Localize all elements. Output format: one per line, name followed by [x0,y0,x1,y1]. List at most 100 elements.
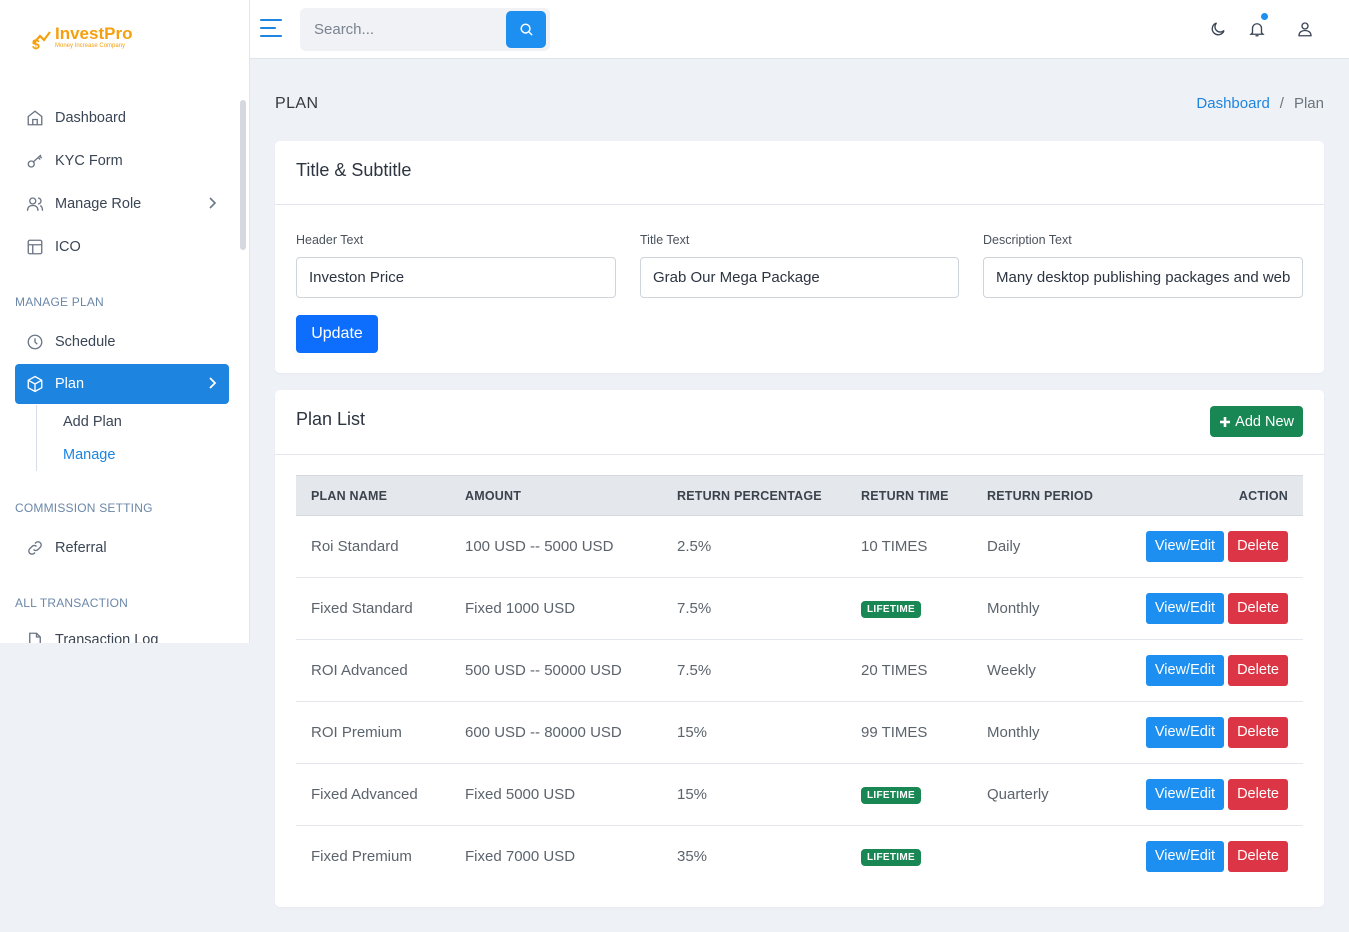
plan-name-cell: Fixed Advanced [311,786,418,803]
amount-cell: 500 USD -- 50000 USD [465,662,622,679]
view-edit-button[interactable]: View/Edit [1145,593,1225,624]
return-time-cell: 10 TIMES [846,516,972,578]
plan-list-card: Plan List Add New PLAN NAME AMOUNT RETUR… [275,390,1324,907]
table-row: Fixed Premium Fixed 7000 USD 35% LIFETIM… [296,826,1303,888]
description-text-label: Description Text [983,233,1072,247]
sidebar-item-plan[interactable]: Plan [15,364,229,404]
delete-button[interactable]: Delete [1228,717,1288,748]
header-text-input[interactable] [296,257,616,298]
dark-mode-toggle[interactable] [1207,18,1229,40]
brand-logo[interactable]: $ InvestPro Money Increase Company [30,24,133,52]
amount-cell: Fixed 1000 USD [465,600,576,617]
menu-toggle-icon[interactable] [260,19,282,37]
plus-icon [1220,416,1231,427]
search-button[interactable] [506,11,546,48]
topbar [250,0,1349,59]
page-title: PLAN [275,95,319,112]
svg-text:$: $ [32,36,40,50]
plan-name-cell: Fixed Standard [311,600,413,617]
amount-cell: Fixed 5000 USD [465,786,576,803]
sidebar-subitem-add-plan[interactable]: Add Plan [63,414,122,430]
title-subtitle-card: Title & Subtitle Header Text Title Text … [275,141,1324,373]
table-row: ROI Premium 600 USD -- 80000 USD 15% 99 … [296,702,1303,764]
return-percentage-cell: 7.5% [677,600,712,617]
logo-icon: $ [30,24,52,52]
sidebar-item-schedule[interactable]: Schedule [15,322,229,362]
amount-cell: 100 USD -- 5000 USD [465,538,614,555]
sidebar-item-transaction-log[interactable]: Transaction Log [15,620,229,643]
table-row: Fixed Advanced Fixed 5000 USD 15% LIFETI… [296,764,1303,826]
sidebar-subitem-manage[interactable]: Manage [63,447,115,463]
add-new-label: Add New [1235,413,1294,430]
delete-button[interactable]: Delete [1228,841,1288,873]
sidebar-item-manage-role[interactable]: Manage Role [15,184,229,224]
sidebar-item-label: Manage Role [55,196,142,212]
column-header-plan-name: PLAN NAME [296,475,450,516]
lifetime-badge: LIFETIME [861,601,921,618]
view-edit-button[interactable]: View/Edit [1145,841,1225,873]
plan-name-cell: ROI Advanced [311,662,408,679]
action-cell: View/Edit Delete [1122,516,1303,578]
box-icon [25,374,45,394]
layout-icon [25,237,45,257]
chevron-right-icon [207,196,217,214]
return-period-cell: Daily [987,538,1021,555]
plan-table: PLAN NAME AMOUNT RETURN PERCENTAGE RETUR… [296,475,1303,888]
notifications-button[interactable] [1246,13,1268,40]
sidebar-item-referral[interactable]: Referral [15,528,229,568]
key-icon [25,151,45,171]
delete-button[interactable]: Delete [1228,593,1288,624]
sidebar-item-label: ICO [55,239,81,255]
bell-icon [1249,23,1265,37]
return-percentage-cell: 15% [677,786,708,803]
return-period-cell: Monthly [987,600,1040,617]
search-input[interactable] [314,18,494,40]
return-period-cell: Monthly [987,724,1040,741]
breadcrumb-dashboard[interactable]: Dashboard [1196,95,1269,112]
column-header-amount: AMOUNT [450,475,662,516]
brand-tagline: Money Increase Company [55,43,126,49]
breadcrumb: Dashboard / Plan [1196,95,1324,112]
user-menu-button[interactable] [1294,18,1316,40]
view-edit-button[interactable]: View/Edit [1145,531,1225,562]
search-box [300,8,550,51]
title-text-input[interactable] [640,257,959,298]
return-time-cell: 99 TIMES [846,702,972,764]
delete-button[interactable]: Delete [1228,655,1288,686]
card-header: Plan List Add New [275,390,1324,455]
sidebar-item-ico[interactable]: ICO [15,227,229,267]
sidebar-scrollbar[interactable] [240,100,246,250]
update-button[interactable]: Update [296,315,378,353]
action-cell: View/Edit Delete [1122,826,1303,888]
sidebar-item-label: Dashboard [55,110,126,126]
brand-name: InvestPro [55,24,133,43]
return-time-cell: LIFETIME [846,826,972,888]
add-new-button[interactable]: Add New [1210,406,1303,437]
sidebar-item-dashboard[interactable]: Dashboard [15,98,229,138]
delete-button[interactable]: Delete [1228,531,1288,562]
table-row: Roi Standard 100 USD -- 5000 USD 2.5% 10… [296,516,1303,578]
action-cell: View/Edit Delete [1122,764,1303,826]
return-time-value: 10 TIMES [861,538,928,555]
table-row: ROI Advanced 500 USD -- 50000 USD 7.5% 2… [296,640,1303,702]
lifetime-badge: LIFETIME [861,787,921,804]
amount-cell: 600 USD -- 80000 USD [465,724,622,741]
view-edit-button[interactable]: View/Edit [1145,779,1225,810]
moon-icon [1211,22,1225,36]
action-cell: View/Edit Delete [1122,640,1303,702]
return-period-cell [972,826,1122,888]
breadcrumb-separator: / [1279,95,1284,112]
table-row: Fixed Standard Fixed 1000 USD 7.5% LIFET… [296,578,1303,640]
view-edit-button[interactable]: View/Edit [1145,717,1225,748]
return-period-cell: Weekly [987,662,1036,679]
sidebar-item-label: Schedule [55,334,116,350]
view-edit-button[interactable]: View/Edit [1145,655,1225,686]
delete-button[interactable]: Delete [1228,779,1288,810]
sidebar-item-kyc[interactable]: KYC Form [15,141,229,181]
clock-icon [25,332,45,352]
return-percentage-cell: 2.5% [677,538,712,555]
sidebar-item-label: Transaction Log [55,632,159,643]
plan-submenu: Add Plan Manage [36,405,122,471]
description-text-input[interactable] [983,257,1303,298]
sidebar-item-label: Plan [55,376,85,392]
